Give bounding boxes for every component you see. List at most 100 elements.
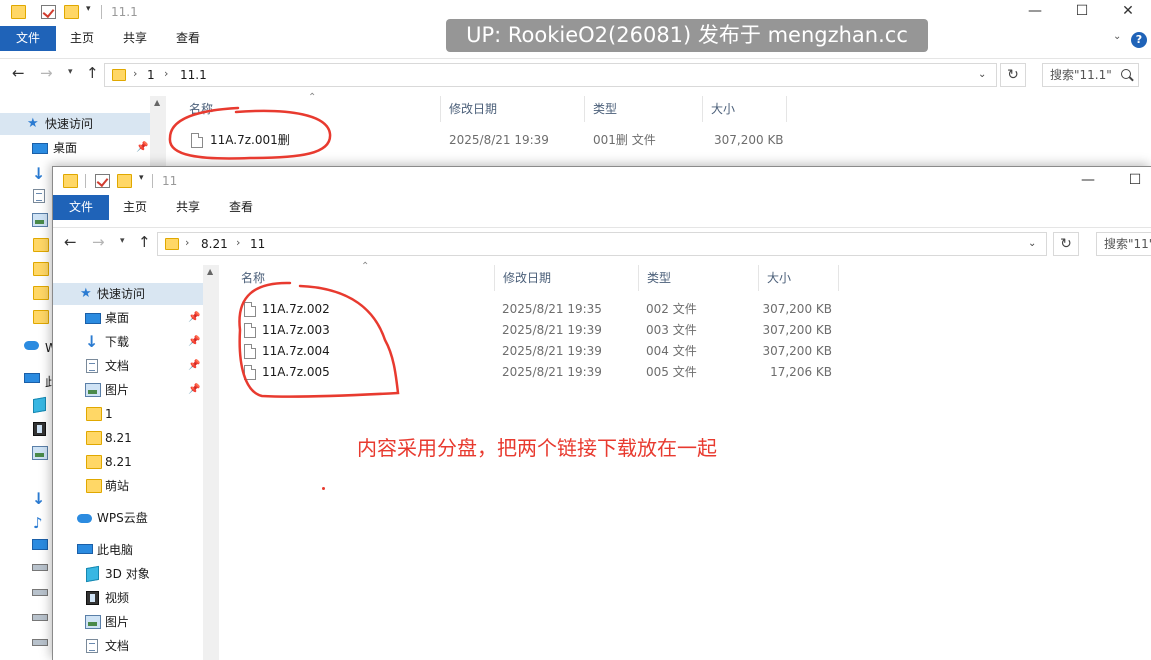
- forward-arrow-icon[interactable]: →: [92, 233, 105, 251]
- column-header-size[interactable]: 大小: [703, 96, 787, 122]
- pin-icon[interactable]: 📌: [188, 331, 200, 353]
- refresh-icon[interactable]: ↻: [1053, 232, 1079, 256]
- chevron-down-icon[interactable]: ⌄: [1028, 238, 1036, 249]
- sidebar-item-quick-access[interactable]: ★ 快速访问: [53, 283, 203, 305]
- refresh-icon[interactable]: ↻: [1000, 63, 1026, 87]
- breadcrumb-item[interactable]: 1: [147, 68, 155, 82]
- back-arrow-icon[interactable]: ←: [12, 64, 25, 82]
- search-icon[interactable]: [1121, 69, 1131, 79]
- up-arrow-icon[interactable]: ↑: [86, 64, 99, 82]
- picture-icon: [32, 446, 48, 460]
- back-arrow-icon[interactable]: ←: [64, 233, 77, 251]
- pin-icon[interactable]: 📌: [188, 379, 200, 401]
- desktop-icon: [32, 143, 48, 154]
- tab-view[interactable]: 查看: [172, 26, 204, 51]
- column-header-type[interactable]: 类型: [639, 265, 759, 291]
- folder-icon: [63, 174, 78, 188]
- sidebar-item-3d-objects[interactable]: 3D 对象: [53, 563, 203, 585]
- sidebar-item-documents[interactable]: 文档 📌: [53, 355, 203, 377]
- column-header-type[interactable]: 类型: [585, 96, 703, 122]
- breadcrumb-item[interactable]: 11.1: [180, 68, 207, 82]
- desktop-icon: [32, 539, 48, 550]
- navigation-pane: ▲ ★ 快速访问 桌面 📌 ↓ 下载 📌 文档 📌 图片 📌 1 8.21 8.…: [53, 265, 219, 660]
- title-separator: [152, 174, 153, 188]
- explorer-window-front: ▾ 11 — ☐ 文件 主页 共享 查看 ← → ▾ ↑ › 8.21 › 11…: [52, 166, 1151, 660]
- sidebar-item-desktop[interactable]: 桌面 📌: [53, 307, 203, 329]
- ribbon-expand-icon[interactable]: ⌄: [1113, 31, 1121, 42]
- scroll-up-icon[interactable]: ▲: [207, 267, 213, 276]
- annotation-text: 内容采用分盘，把两个链接下载放在一起: [357, 436, 717, 460]
- forward-arrow-icon[interactable]: →: [40, 64, 53, 82]
- sidebar-item-folder-mengzhan[interactable]: 萌站: [53, 475, 203, 497]
- chevron-down-icon[interactable]: ⌄: [978, 69, 986, 80]
- sidebar-item-label: 桌面: [105, 311, 130, 325]
- sidebar-item-label: 桌面: [53, 141, 78, 155]
- nav-scrollbar[interactable]: ▲: [203, 265, 219, 660]
- properties-icon[interactable]: [95, 174, 110, 188]
- sidebar-item-downloads[interactable]: ↓ 下载 📌: [53, 331, 203, 353]
- breadcrumb-separator: ›: [236, 236, 241, 249]
- sidebar-item-folder-821[interactable]: 8.21: [53, 427, 203, 449]
- customize-quick-access-icon[interactable]: ▾: [86, 4, 91, 14]
- breadcrumb-separator: ›: [133, 67, 138, 80]
- tab-file[interactable]: 文件: [53, 195, 109, 220]
- breadcrumb-item[interactable]: 11: [250, 237, 265, 251]
- sidebar-item-folder-1[interactable]: 1: [53, 403, 203, 425]
- table-row[interactable]: 11A.7z.005 2025/8/21 19:39 005 文件 17,206…: [239, 362, 839, 383]
- sidebar-item-folder-821[interactable]: 8.21: [53, 451, 203, 473]
- sidebar-item-pictures[interactable]: 图片: [53, 611, 203, 633]
- tab-home[interactable]: 主页: [119, 195, 151, 220]
- file-name: 11A.7z.005: [262, 365, 330, 379]
- sidebar-item-label: WPS云盘: [97, 511, 148, 525]
- pin-icon[interactable]: 📌: [188, 307, 200, 329]
- tab-home[interactable]: 主页: [66, 26, 98, 51]
- recent-locations-icon[interactable]: ▾: [68, 67, 73, 77]
- new-folder-icon[interactable]: [64, 5, 79, 19]
- address-bar[interactable]: › 1 › 11.1 ⌄: [104, 63, 997, 87]
- table-row[interactable]: 11A.7z.001删 2025/8/21 19:39 001删 文件 307,…: [186, 130, 786, 151]
- scroll-up-icon[interactable]: ▲: [154, 98, 160, 107]
- sidebar-item-quick-access[interactable]: ★ 快速访问: [0, 113, 150, 135]
- help-icon[interactable]: ?: [1131, 32, 1147, 48]
- table-row[interactable]: 11A.7z.003 2025/8/21 19:39 003 文件 307,20…: [239, 320, 839, 341]
- tab-view[interactable]: 查看: [225, 195, 257, 220]
- tab-file[interactable]: 文件: [0, 26, 56, 51]
- sidebar-item-documents[interactable]: 文档: [53, 635, 203, 657]
- column-header-name[interactable]: 名称: [181, 96, 441, 122]
- sidebar-item-wps-cloud[interactable]: WPS云盘: [53, 507, 203, 529]
- column-header-modified[interactable]: 修改日期: [441, 96, 585, 122]
- breadcrumb-item[interactable]: 8.21: [201, 237, 228, 251]
- sidebar-item-this-pc[interactable]: 此电脑: [53, 539, 203, 561]
- file-list: ⌃ 名称 修改日期 类型 大小 11A.7z.002 2025/8/21 19:…: [219, 261, 1151, 660]
- tab-share[interactable]: 共享: [172, 195, 204, 220]
- sidebar-item-pictures[interactable]: 图片 📌: [53, 379, 203, 401]
- minimize-button[interactable]: —: [1020, 3, 1050, 19]
- search-input[interactable]: 搜索"11": [1096, 232, 1151, 256]
- up-arrow-icon[interactable]: ↑: [138, 233, 151, 251]
- folder-icon: [33, 238, 49, 252]
- table-row[interactable]: 11A.7z.004 2025/8/21 19:39 004 文件 307,20…: [239, 341, 839, 362]
- pin-icon[interactable]: 📌: [136, 137, 148, 159]
- cloud-icon: [77, 514, 92, 523]
- column-header-modified[interactable]: 修改日期: [495, 265, 639, 291]
- table-row[interactable]: 11A.7z.002 2025/8/21 19:35 002 文件 307,20…: [239, 299, 839, 320]
- tab-share[interactable]: 共享: [119, 26, 151, 51]
- close-button[interactable]: ✕: [1113, 3, 1143, 19]
- sidebar-item-label: 下载: [105, 335, 130, 349]
- minimize-button[interactable]: —: [1073, 172, 1103, 188]
- column-header-name[interactable]: 名称: [233, 265, 495, 291]
- new-folder-icon[interactable]: [117, 174, 132, 188]
- maximize-button[interactable]: ☐: [1120, 172, 1150, 188]
- recent-locations-icon[interactable]: ▾: [120, 236, 125, 246]
- file-name: 11A.7z.003: [262, 323, 330, 337]
- customize-quick-access-icon[interactable]: ▾: [139, 173, 144, 183]
- pin-icon[interactable]: 📌: [188, 355, 200, 377]
- column-header-size[interactable]: 大小: [759, 265, 839, 291]
- maximize-button[interactable]: ☐: [1067, 3, 1097, 19]
- properties-icon[interactable]: [41, 5, 56, 19]
- address-bar[interactable]: › 8.21 › 11 ⌄: [157, 232, 1047, 256]
- search-input[interactable]: 搜索"11.1": [1042, 63, 1139, 87]
- sidebar-item-videos[interactable]: 视频: [53, 587, 203, 609]
- folder-icon: [165, 238, 179, 250]
- sidebar-item-desktop[interactable]: 桌面 📌: [0, 137, 150, 159]
